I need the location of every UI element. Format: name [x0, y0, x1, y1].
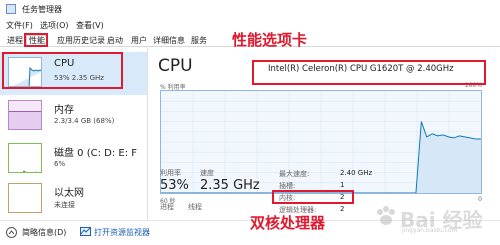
watermark-url: jingyan.baidu.com [402, 227, 458, 234]
fewer-details-link[interactable]: 简略信息(D) [22, 227, 66, 238]
resource-monitor-icon [80, 226, 91, 237]
tab-app-history[interactable]: 应用历史记录 [54, 35, 108, 47]
performance-tab-annotation: 性能选项卡 [232, 31, 308, 49]
utilization-value: 53% [160, 178, 189, 193]
sidebar-item-value: 2.3/3.4 GB (68%) [54, 117, 115, 125]
baidu-watermark: Bai 经验 jingyan.baidu.com [368, 196, 492, 238]
speed-value: 2.35 GHz [200, 178, 260, 193]
cores-value: 2 [340, 193, 345, 201]
window-title: 任务管理器 [22, 5, 62, 14]
sidebar-item-disk[interactable]: 磁盘 0 (C: D: E: F 6% [0, 138, 147, 181]
menu-options[interactable]: 选项(O) [40, 20, 69, 31]
logical-processors-value: 2 [340, 205, 345, 213]
title-bar: 任务管理器 [0, 0, 500, 18]
processes-label: 进程 [160, 203, 174, 211]
task-manager-icon [6, 4, 16, 14]
sidebar-item-value: 未连接 [54, 201, 75, 209]
page-title: CPU [158, 56, 193, 76]
sidebar-item-label: 磁盘 0 (C: D: E: F [54, 148, 138, 159]
menu-file[interactable]: 文件(F) [6, 20, 33, 31]
max-speed-label: 最大速度: [279, 170, 310, 178]
sidebar-item-value: 53% 2.35 GHz [54, 74, 104, 82]
sidebar-item-label: 以太网 [54, 188, 84, 199]
tab-details[interactable]: 详细信息 [150, 35, 188, 47]
disk-thumbnail-icon [8, 143, 42, 173]
sockets-label: 插槽: [279, 182, 296, 190]
dual-core-annotation: 双核处理器 [250, 214, 326, 232]
speed-label: 速度 [200, 169, 214, 177]
chevron-up-icon[interactable] [6, 227, 17, 238]
memory-thumbnail-icon [8, 100, 42, 130]
sidebar-item-label: CPU [54, 58, 75, 69]
tab-performance[interactable]: 性能 [26, 35, 48, 47]
sidebar-item-cpu[interactable]: CPU 53% 2.35 GHz [0, 52, 147, 95]
cpu-model-label: Intel(R) Celeron(R) CPU G1620T @ 2.40GHz [268, 64, 454, 74]
utilization-label: 利用率 [160, 169, 181, 177]
sidebar-item-label: 内存 [54, 105, 74, 116]
resource-sidebar: CPU 53% 2.35 GHz 内存 2.3/3.4 GB (68%) 磁盘 … [0, 48, 148, 220]
menu-view[interactable]: 查看(V) [76, 20, 104, 31]
sidebar-item-value: 6% [54, 160, 66, 168]
threads-label: 线程 [188, 203, 202, 211]
max-speed-value: 2.40 GHz [340, 169, 373, 177]
cpu-detail-panel: CPU Intel(R) Celeron(R) CPU G1620T @ 2.4… [150, 48, 500, 220]
tab-users[interactable]: 用户 [128, 35, 150, 47]
cpu-thumbnail-icon [8, 57, 42, 87]
paw-logo-icon [374, 204, 398, 228]
sidebar-item-ethernet[interactable]: 以太网 未连接 [0, 178, 147, 221]
tab-processes[interactable]: 进程 [4, 35, 26, 47]
tab-services[interactable]: 服务 [188, 35, 210, 47]
cores-label: 内核: [279, 194, 296, 202]
graph-max-label: 100% [464, 82, 482, 89]
sidebar-item-memory[interactable]: 内存 2.3/3.4 GB (68%) [0, 95, 147, 138]
sockets-value: 1 [340, 181, 345, 189]
tab-startup[interactable]: 启动 [104, 35, 126, 47]
open-resource-monitor-link[interactable]: 打开资源监视器 [94, 227, 150, 238]
ethernet-thumbnail-icon [8, 183, 42, 213]
